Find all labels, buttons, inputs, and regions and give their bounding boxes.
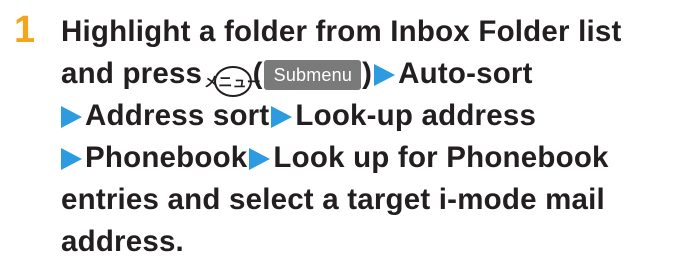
paren-open: (: [252, 57, 263, 90]
triangle-right-arrow-icon: [61, 106, 82, 128]
look-up-entries-text: Look up for Phonebook: [273, 141, 609, 174]
triangle-right-arrow-icon: [249, 148, 271, 170]
submenu-softkey-label: Submenu: [263, 60, 362, 90]
instruction-line-6-text: address.: [61, 225, 184, 258]
triangle-right-arrow-icon: [61, 148, 82, 170]
and-press-text: and press: [61, 57, 203, 90]
instruction-text: Highlight a folder from Inbox Folder lis…: [61, 11, 671, 263]
instruction-step: 1 Highlight a folder from Inbox Folder l…: [8, 9, 676, 258]
address-sort-text: Address sort: [85, 99, 270, 132]
instruction-line-3: Address sort Look-up address: [61, 95, 671, 137]
instruction-line-1: Highlight a folder from Inbox Folder lis…: [61, 11, 671, 53]
auto-sort-text: Auto-sort: [398, 57, 533, 90]
instruction-line-5-text: entries and select a target i-mode mail: [61, 183, 605, 216]
triangle-right-arrow-icon: [271, 106, 293, 128]
instruction-line-5: entries and select a target i-mode mail: [61, 179, 671, 221]
phonebook-text: Phonebook: [85, 141, 248, 174]
instruction-line-2: and press メニュー(Submenu) Auto-sort: [61, 53, 671, 97]
paren-close: ): [362, 57, 373, 90]
menu-key-icon: メニュー: [204, 66, 261, 97]
instruction-line-4: Phonebook Look up for Phonebook: [61, 137, 671, 179]
look-up-address-text: Look-up address: [295, 99, 537, 132]
instruction-line-1-text: Highlight a folder from Inbox Folder lis…: [61, 15, 622, 48]
triangle-right-arrow-icon: [374, 64, 396, 86]
step-number: 1: [14, 9, 36, 51]
